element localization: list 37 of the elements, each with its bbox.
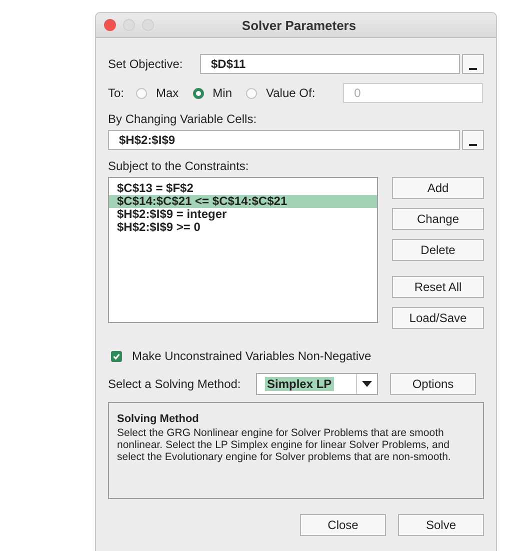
constraint-item[interactable]: $H$2:$I$9 >= 0 — [109, 221, 377, 234]
method-label: Select a Solving Method: — [108, 377, 242, 391]
constraint-button[interactable]: Delete — [392, 239, 484, 261]
options-button[interactable]: Options — [390, 373, 476, 395]
radio-button[interactable] — [246, 88, 258, 98]
caret-icon — [362, 381, 372, 387]
close-button[interactable] — [104, 19, 116, 31]
checkbox[interactable] — [111, 350, 122, 362]
radio-label: Value Of: — [266, 86, 316, 100]
radio-button[interactable] — [192, 88, 204, 98]
range-picker-button[interactable] — [462, 54, 484, 74]
radio-button[interactable] — [136, 88, 147, 98]
to-label: To: — [108, 86, 126, 100]
constraint-button[interactable]: Change — [392, 208, 484, 230]
radio-label: Min — [212, 86, 232, 100]
changing-cells-label: By Changing Variable Cells: — [108, 112, 258, 126]
method-dropdown[interactable]: Simplex LP — [256, 373, 378, 395]
window-title: Solver Parameters — [240, 18, 358, 32]
objective-label: Set Objective: — [108, 57, 184, 71]
dialog-button[interactable]: Close — [300, 514, 386, 536]
description-text: Select the GRG Nonlinear engine for Solver Problems that are smooth nonlinear. Select the LP Simplex engine for linear Solver Problems, and select the Evolutionary engine for Solver problems that are non-smooth. — [117, 427, 452, 463]
dash-icon — [469, 144, 477, 146]
constraint-button[interactable]: Reset All — [392, 276, 484, 298]
description-title: Solving Method — [117, 413, 200, 425]
dialog-button[interactable]: Solve — [398, 514, 484, 536]
dash-icon — [469, 68, 477, 70]
constraint-item[interactable]: $C$14:$C$21 <= $C$14:$C$21 — [109, 195, 377, 208]
constraint-button[interactable]: Load/Save — [392, 307, 484, 329]
constraint-item[interactable]: $C$13 = $F$2 — [109, 182, 377, 195]
constraint-button[interactable]: Add — [392, 177, 484, 199]
objective-field[interactable]: $D$11 — [200, 54, 460, 74]
constraint-item[interactable]: $H$2:$I$9 = integer — [109, 208, 377, 221]
checkbox-label: Make Unconstrained Variables Non-Negative — [132, 349, 372, 363]
radio-label: Max — [156, 86, 179, 100]
constraints-label: Subject to the Constraints: — [108, 159, 250, 173]
range-picker-button[interactable] — [462, 130, 484, 150]
changing-cells-field[interactable]: $H$2:$I$9 — [108, 130, 460, 150]
